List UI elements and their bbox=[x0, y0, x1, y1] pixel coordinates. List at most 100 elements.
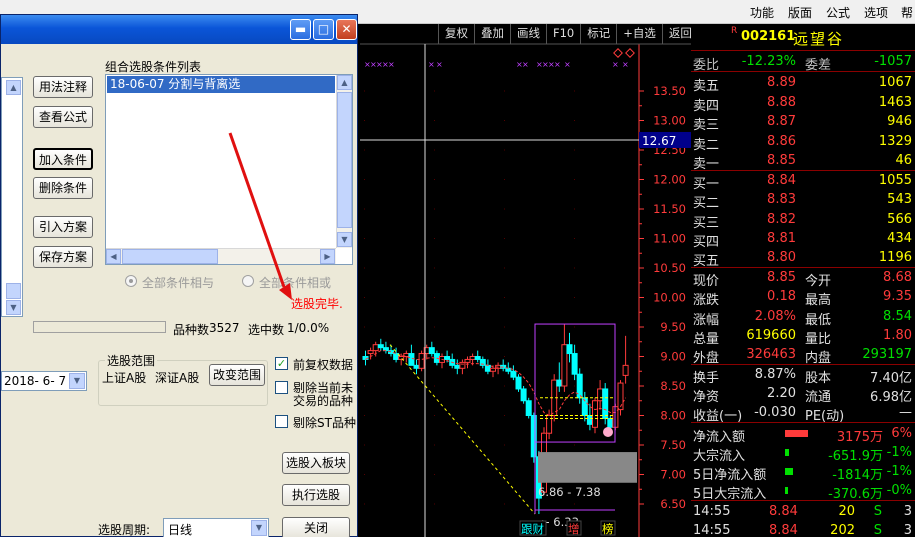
tick-side: S bbox=[873, 504, 882, 519]
import-plan-button[interactable]: 引入方案 bbox=[33, 216, 93, 238]
chk-exclude-st[interactable] bbox=[275, 415, 288, 428]
kline-chart[interactable]: 13.5013.0012.5012.0011.5011.0010.5010.00… bbox=[360, 24, 691, 537]
scroll-down-icon[interactable]: ▼ bbox=[337, 232, 352, 247]
scroll-down-icon[interactable]: ▼ bbox=[6, 300, 21, 315]
condition-list-hscroll[interactable]: ◀ ▶ bbox=[106, 248, 336, 264]
price-tick-label: 13.50 bbox=[653, 84, 686, 98]
sell-row: 卖一 8.85 46 bbox=[691, 151, 915, 172]
candle-body bbox=[520, 388, 527, 402]
menu-layout[interactable]: 版面 bbox=[788, 4, 812, 21]
buy-price: 8.80 bbox=[767, 250, 796, 266]
chevron-down-icon[interactable]: ▼ bbox=[251, 520, 267, 536]
count-label: 品种数 bbox=[173, 323, 210, 337]
formula-tree-list[interactable]: ▲ ▼ bbox=[1, 77, 23, 317]
buy-label: 买一 bbox=[693, 177, 720, 192]
condition-list-vscroll[interactable]: ▲ ▼ bbox=[336, 75, 352, 248]
menu-formula[interactable]: 公式 bbox=[826, 4, 850, 21]
change-range-button[interactable]: 改变范围 bbox=[209, 364, 265, 386]
toolbar-f10[interactable]: F10 bbox=[546, 24, 580, 44]
sell-volume: 1329 bbox=[878, 133, 912, 149]
to-block-button[interactable]: 选股入板块 bbox=[282, 452, 350, 474]
svg-text:×: × bbox=[554, 60, 561, 69]
sell-row: 卖三 8.87 946 bbox=[691, 112, 915, 133]
tick-price: 8.84 bbox=[769, 523, 798, 537]
sell-label: 卖二 bbox=[693, 137, 720, 153]
bottom-marker[interactable]: 榜 bbox=[602, 522, 614, 536]
buy-price: 8.82 bbox=[767, 211, 796, 227]
delete-condition-button[interactable]: 删除条件 bbox=[33, 177, 93, 199]
sell-price: 8.85 bbox=[767, 153, 796, 168]
scroll-thumb[interactable] bbox=[6, 283, 21, 299]
dialog-titlebar[interactable]: ▬ □ ✕ bbox=[1, 15, 357, 44]
separator bbox=[691, 71, 915, 72]
toolbar-draw[interactable]: 画线 bbox=[510, 24, 546, 44]
add-condition-button[interactable]: 加入条件 bbox=[33, 148, 93, 170]
toolbar-add-watch[interactable]: +自选 bbox=[616, 24, 662, 44]
scroll-thumb[interactable] bbox=[122, 249, 218, 264]
menu-options[interactable]: 选项 bbox=[864, 4, 888, 21]
candle-body bbox=[571, 353, 578, 375]
period-label: 选股周期: bbox=[98, 523, 151, 537]
date-picker[interactable]: 2018- 6- 7 ▼ bbox=[1, 371, 87, 391]
sell-price: 8.87 bbox=[767, 114, 796, 129]
execute-button[interactable]: 执行选股 bbox=[282, 484, 350, 506]
toolbar-fuquan[interactable]: 复权 bbox=[438, 24, 474, 44]
close-button[interactable]: 关闭 bbox=[282, 517, 350, 537]
flow-pct: 6% bbox=[891, 426, 912, 441]
scroll-left-icon[interactable]: ◀ bbox=[106, 249, 121, 264]
stat2-row: 净资 2.20 流通 6.98亿 bbox=[691, 384, 915, 405]
scroll-right-icon[interactable]: ▶ bbox=[320, 249, 335, 264]
chart-toolbar: 复权 叠加 画线 F10 标记 +自选 返回 bbox=[438, 24, 698, 44]
stat-value-2: 9.35 bbox=[883, 289, 912, 305]
flow-bar bbox=[785, 487, 788, 494]
price-tick-label: 11.50 bbox=[653, 202, 686, 216]
stock-code: 002161 bbox=[741, 29, 796, 44]
buy-row: 买三 8.82 566 bbox=[691, 210, 915, 231]
chk-prev-adjusted[interactable]: ✓ bbox=[275, 357, 288, 370]
tick-count: 3 bbox=[903, 504, 912, 519]
buy-row: 买四 8.81 434 bbox=[691, 229, 915, 250]
tick-side: S bbox=[873, 523, 882, 537]
stock-screener-dialog: ▬ □ ✕ ▲ ▼ 用法注释 查看公式 加入条件 删除条件 引入方案 保存方案 … bbox=[0, 14, 358, 537]
selected-label: 选中数 bbox=[248, 323, 285, 337]
candle-body bbox=[561, 344, 568, 387]
maximize-button[interactable]: □ bbox=[313, 19, 334, 40]
menu-function[interactable]: 功能 bbox=[750, 4, 774, 21]
separator bbox=[691, 500, 915, 501]
minimize-button[interactable]: ▬ bbox=[290, 19, 311, 40]
chk-exclude-suspended[interactable] bbox=[275, 381, 288, 394]
radio-or[interactable] bbox=[242, 275, 254, 287]
price-tick-label: 7.00 bbox=[660, 468, 686, 482]
condition-list[interactable]: 18-06-07 分割与背离选 ▲ ▼ ◀ ▶ bbox=[105, 74, 353, 265]
condition-list-item[interactable]: 18-06-07 分割与背离选 bbox=[107, 76, 335, 93]
candle-body bbox=[607, 417, 614, 428]
bottom-marker[interactable]: 跟财 bbox=[521, 522, 544, 536]
price-tick-label: 11.00 bbox=[653, 232, 686, 246]
usage-notes-button[interactable]: 用法注释 bbox=[33, 76, 93, 98]
svg-text:×: × bbox=[522, 60, 529, 69]
scroll-thumb[interactable] bbox=[337, 92, 352, 228]
period-select[interactable]: 日线 ▼ bbox=[163, 518, 269, 537]
bottom-marker[interactable]: 增 bbox=[568, 522, 580, 536]
event-marker-icon[interactable] bbox=[603, 427, 613, 438]
radio-and[interactable] bbox=[125, 275, 137, 287]
price-tick-label: 13.00 bbox=[653, 114, 686, 128]
stat-row: 总量 619660 量比 1.80 bbox=[691, 326, 915, 347]
menu-help[interactable]: 帮 bbox=[901, 4, 913, 21]
close-window-button[interactable]: ✕ bbox=[336, 19, 357, 40]
chevron-down-icon[interactable]: ▼ bbox=[69, 373, 85, 389]
view-formula-button[interactable]: 查看公式 bbox=[33, 106, 93, 128]
save-plan-button[interactable]: 保存方案 bbox=[33, 246, 93, 268]
buy-row: 买一 8.84 1055 bbox=[691, 171, 915, 192]
buy-volume: 1055 bbox=[878, 173, 912, 188]
stat-label-2: 最低 bbox=[805, 312, 832, 328]
stat2-row: 收益(一) -0.030 PE(动) — bbox=[691, 403, 915, 424]
toolbar-mark[interactable]: 标记 bbox=[580, 24, 616, 44]
scroll-up-icon[interactable]: ▲ bbox=[6, 80, 21, 95]
svg-text:×: × bbox=[388, 60, 395, 69]
buy-label: 买三 bbox=[693, 215, 720, 231]
candle-body bbox=[592, 400, 598, 428]
candle-body bbox=[602, 388, 609, 419]
toolbar-overlay[interactable]: 叠加 bbox=[474, 24, 510, 44]
scroll-up-icon[interactable]: ▲ bbox=[337, 75, 352, 90]
